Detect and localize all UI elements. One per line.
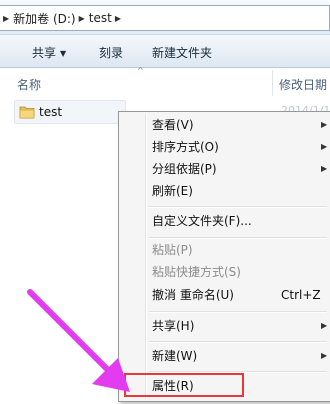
context-menu: 查看(V) ▶ 排序方式(O) ▶ 分组依据(P) ▶ 刷新(E) 自定义文件夹…: [118, 111, 330, 402]
breadcrumb-folder[interactable]: test: [89, 11, 112, 25]
burn-button[interactable]: 刻录: [99, 44, 123, 61]
submenu-arrow-icon: ▶: [321, 321, 328, 330]
sort-ascending-icon: ^: [137, 66, 144, 75]
chevron-right-icon[interactable]: ▶: [76, 14, 89, 23]
menu-item-refresh[interactable]: 刷新(E): [121, 180, 329, 202]
address-bar[interactable]: ▶ 新加卷 (D:) ▶ test ▶: [0, 5, 330, 31]
menu-item-label: 自定义文件夹(F)...: [152, 214, 252, 228]
menu-item-label: 刷新(E): [152, 184, 193, 198]
command-toolbar: 共享 ▼ 刻录 新建文件夹: [0, 35, 330, 68]
submenu-arrow-icon: ▶: [321, 351, 328, 360]
menu-item-new[interactable]: 新建(W) ▶: [121, 345, 329, 367]
dropdown-arrow-icon: ▼: [60, 49, 67, 58]
file-name: test: [39, 105, 63, 119]
menu-item-paste-shortcut: 粘贴快捷方式(S): [121, 261, 329, 283]
share-button[interactable]: 共享 ▼: [32, 44, 66, 61]
chevron-right-icon[interactable]: ▶: [0, 14, 13, 23]
menu-item-sort-by[interactable]: 排序方式(O) ▶: [121, 136, 329, 158]
menu-item-shortcut: Ctrl+Z: [281, 288, 321, 302]
menu-separator: [149, 206, 327, 208]
menu-item-label: 查看(V): [152, 118, 194, 132]
menu-item-label: 分组依据(P): [152, 162, 217, 176]
chevron-right-icon[interactable]: ▶: [112, 14, 125, 23]
submenu-arrow-icon: ▶: [321, 142, 328, 151]
explorer-window: ▶ 新加卷 (D:) ▶ test ▶ 共享 ▼ 刻录 新建文件夹 名称 ^ 修改…: [0, 0, 330, 404]
menu-item-label: 排序方式(O): [152, 140, 219, 154]
share-label: 共享: [32, 46, 57, 60]
menu-item-paste: 粘贴(P): [121, 239, 329, 261]
menu-item-label: 撤消 重命名(U): [152, 288, 234, 302]
menu-item-label: 粘贴(P): [152, 243, 193, 257]
menu-item-customize-folder[interactable]: 自定义文件夹(F)...: [121, 210, 329, 232]
column-header-name[interactable]: 名称: [17, 76, 41, 93]
new-folder-button[interactable]: 新建文件夹: [152, 44, 212, 61]
column-header-date[interactable]: 修改日期: [279, 76, 327, 93]
menu-item-share[interactable]: 共享(H) ▶: [121, 315, 329, 337]
menu-item-group-by[interactable]: 分组依据(P) ▶: [121, 158, 329, 180]
column-divider[interactable]: [272, 70, 273, 96]
highlight-box: [124, 373, 244, 397]
breadcrumb-drive[interactable]: 新加卷 (D:): [13, 10, 75, 27]
menu-separator: [149, 341, 327, 343]
submenu-arrow-icon: ▶: [321, 120, 328, 129]
list-item[interactable]: test: [14, 100, 126, 124]
address-bar-area: ▶ 新加卷 (D:) ▶ test ▶: [0, 0, 330, 35]
menu-item-undo-rename[interactable]: 撤消 重命名(U) Ctrl+Z: [121, 284, 329, 306]
menu-item-view[interactable]: 查看(V) ▶: [121, 114, 329, 136]
folder-icon: [19, 106, 35, 119]
menu-separator: [149, 311, 327, 313]
submenu-arrow-icon: ▶: [321, 164, 328, 173]
menu-item-label: 共享(H): [152, 319, 195, 333]
menu-item-label: 新建(W): [152, 349, 198, 363]
menu-item-label: 粘贴快捷方式(S): [152, 265, 241, 279]
